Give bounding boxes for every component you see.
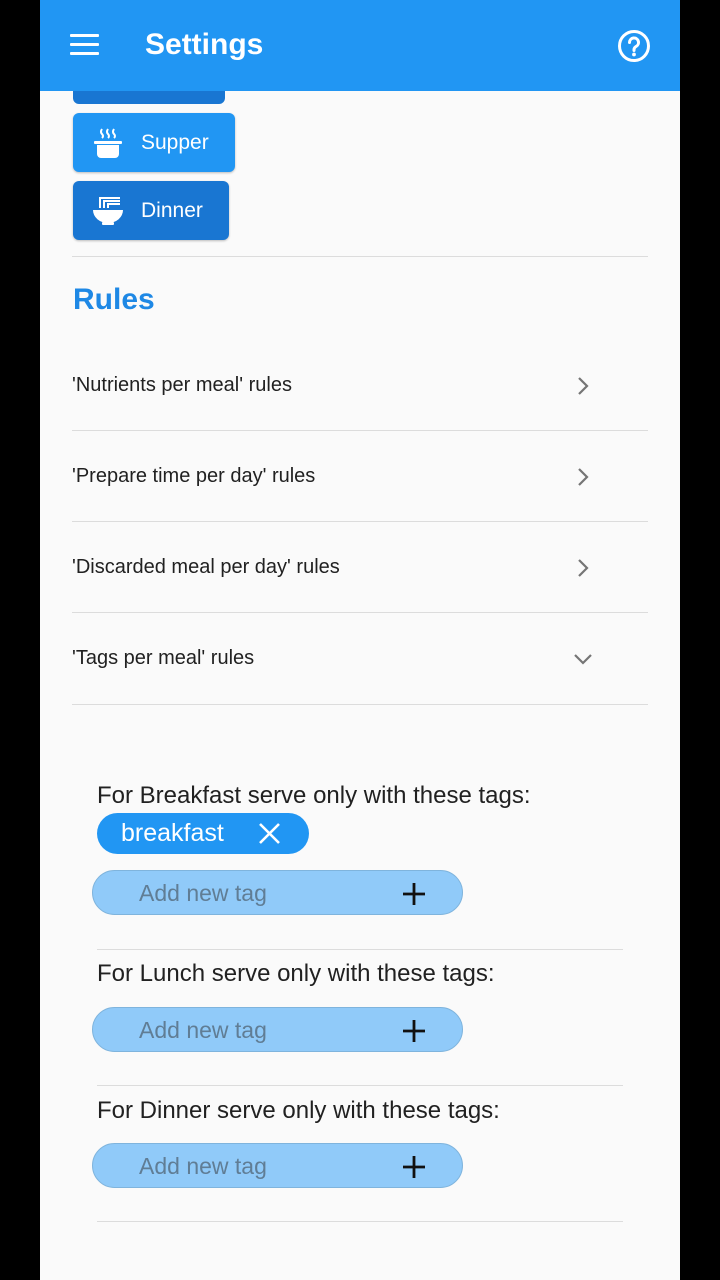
dinner-label: Dinner bbox=[141, 198, 203, 222]
rule-tags-per-meal[interactable]: 'Tags per meal' rules bbox=[72, 614, 648, 704]
plus-icon[interactable] bbox=[401, 1018, 427, 1044]
tag-chip-breakfast: breakfast bbox=[97, 813, 309, 854]
dinner-tags-label: For Dinner serve only with these tags: bbox=[97, 1097, 500, 1124]
pot-icon bbox=[94, 127, 122, 158]
divider bbox=[97, 949, 623, 950]
plus-icon[interactable] bbox=[401, 1154, 427, 1180]
divider bbox=[72, 704, 648, 705]
supper-button[interactable]: Supper bbox=[73, 113, 235, 172]
divider bbox=[72, 521, 648, 522]
rule-discarded-meal-per-day[interactable]: 'Discarded meal per day' rules bbox=[72, 523, 648, 613]
lunch-tags-label: For Lunch serve only with these tags: bbox=[97, 960, 495, 987]
divider bbox=[97, 1085, 623, 1086]
add-tag-input[interactable] bbox=[139, 1016, 379, 1044]
rule-prepare-time-per-day[interactable]: 'Prepare time per day' rules bbox=[72, 432, 648, 522]
add-tag-input[interactable] bbox=[139, 879, 379, 907]
app-bar: Settings bbox=[40, 0, 680, 91]
menu-icon[interactable] bbox=[68, 30, 102, 60]
noodle-bowl-icon bbox=[93, 196, 123, 225]
lunch-add-tag-field bbox=[92, 1007, 463, 1052]
divider bbox=[72, 430, 648, 431]
chevron-right-icon bbox=[578, 468, 589, 486]
plus-icon[interactable] bbox=[401, 881, 427, 907]
chevron-right-icon bbox=[578, 559, 589, 577]
breakfast-button-partial[interactable] bbox=[73, 91, 225, 104]
divider bbox=[97, 1221, 623, 1222]
settings-screen: Settings Supper Dinner Rules 'Nutrients … bbox=[40, 0, 680, 1280]
dinner-add-tag-field bbox=[92, 1143, 463, 1188]
supper-label: Supper bbox=[141, 130, 209, 154]
rule-label: 'Prepare time per day' rules bbox=[72, 465, 316, 487]
dinner-button[interactable]: Dinner bbox=[73, 181, 229, 240]
breakfast-tags-label: For Breakfast serve only with these tags… bbox=[97, 782, 531, 809]
rule-label: 'Discarded meal per day' rules bbox=[72, 556, 340, 578]
rule-nutrients-per-meal[interactable]: 'Nutrients per meal' rules bbox=[72, 341, 648, 431]
page-title: Settings bbox=[145, 28, 264, 61]
chevron-down-icon bbox=[574, 654, 592, 665]
tag-chip-label: breakfast bbox=[121, 819, 224, 847]
divider bbox=[72, 612, 648, 613]
help-circle-icon[interactable] bbox=[616, 28, 652, 64]
divider bbox=[72, 256, 648, 257]
chevron-right-icon bbox=[578, 377, 589, 395]
rules-section-title: Rules bbox=[73, 283, 155, 316]
close-icon[interactable] bbox=[257, 821, 282, 846]
breakfast-add-tag-field bbox=[92, 870, 463, 915]
rule-label: 'Nutrients per meal' rules bbox=[72, 374, 292, 396]
add-tag-input[interactable] bbox=[139, 1152, 379, 1180]
rule-label: 'Tags per meal' rules bbox=[72, 647, 255, 669]
